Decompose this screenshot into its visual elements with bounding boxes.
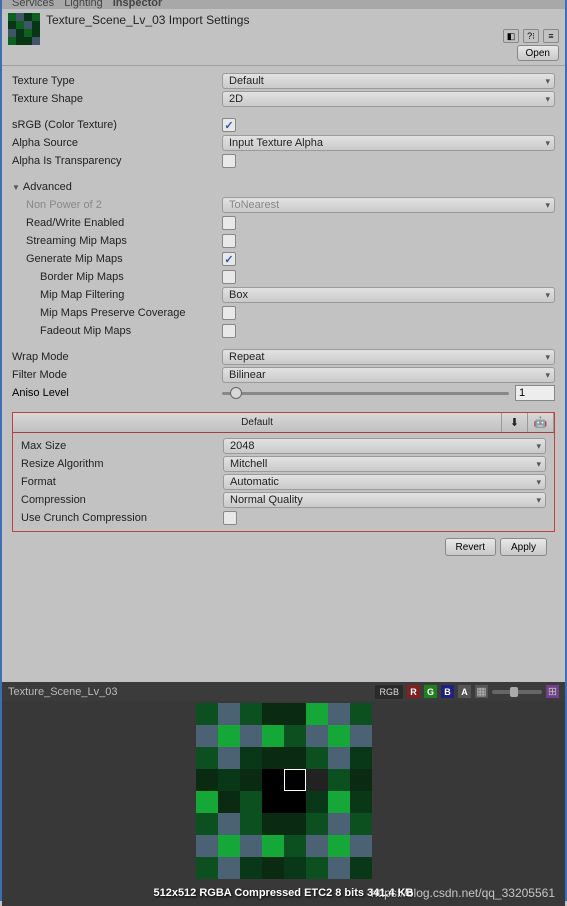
filtermode-dropdown[interactable]: Bilinear <box>222 367 555 383</box>
help-icon[interactable]: ?⁝ <box>523 29 539 43</box>
stream-checkbox[interactable] <box>222 234 236 248</box>
mipfilter-dropdown[interactable]: Box <box>222 287 555 303</box>
apply-button[interactable]: Apply <box>500 538 547 556</box>
asset-title: Texture_Scene_Lv_03 Import Settings <box>46 13 559 27</box>
compression-dropdown[interactable]: Normal Quality <box>223 492 546 508</box>
texture-preview: 512x512 RGBA Compressed ETC2 8 bits 341.… <box>2 701 565 906</box>
platform-settings: Default ⬇ 🤖 Max Size2048 Resize Algorith… <box>12 412 555 532</box>
coverage-checkbox[interactable] <box>222 306 236 320</box>
tab-inspector[interactable]: Inspector <box>113 0 163 9</box>
genmip-label: Generate Mip Maps <box>12 253 222 265</box>
rw-label: Read/Write Enabled <box>12 217 222 229</box>
resize-label: Resize Algorithm <box>21 458 223 470</box>
tab-lighting[interactable]: Lighting <box>64 0 103 9</box>
stream-label: Streaming Mip Maps <box>12 235 222 247</box>
crunch-label: Use Crunch Compression <box>21 512 223 524</box>
rgb-mode-button[interactable]: RGB <box>375 685 403 699</box>
coverage-label: Mip Maps Preserve Coverage <box>12 307 222 319</box>
aniso-slider[interactable] <box>222 386 509 400</box>
srgb-label: sRGB (Color Texture) <box>12 119 222 131</box>
border-label: Border Mip Maps <box>12 271 222 283</box>
window-tabs: Services Lighting Inspector <box>2 0 565 9</box>
open-button[interactable]: Open <box>517 45 559 61</box>
channel-a-button[interactable]: A <box>458 685 471 698</box>
maxsize-dropdown[interactable]: 2048 <box>223 438 546 454</box>
tab-services[interactable]: Services <box>12 0 54 9</box>
wrap-label: Wrap Mode <box>12 351 222 363</box>
platform-tab-standalone-icon[interactable]: ⬇ <box>502 413 528 432</box>
aniso-label: Aniso Level <box>12 387 222 399</box>
asset-thumbnail <box>8 13 40 45</box>
texture-shape-dropdown[interactable]: 2D <box>222 91 555 107</box>
channel-r-button[interactable]: R <box>407 685 420 698</box>
preview-toolbar: Texture_Scene_Lv_03 RGB R G B A ▦ ⊞ <box>2 682 565 701</box>
wrap-dropdown[interactable]: Repeat <box>222 349 555 365</box>
channel-b-button[interactable]: B <box>441 685 454 698</box>
revert-button[interactable]: Revert <box>445 538 496 556</box>
advanced-foldout[interactable]: Advanced <box>12 178 555 196</box>
platform-tab-android-icon[interactable]: 🤖 <box>528 413 554 432</box>
mipfilter-label: Mip Map Filtering <box>12 289 222 301</box>
filtermode-label: Filter Mode <box>12 369 222 381</box>
npot-dropdown[interactable]: ToNearest <box>222 197 555 213</box>
npot-label: Non Power of 2 <box>12 199 222 211</box>
crunch-checkbox[interactable] <box>223 511 237 525</box>
alpha-trans-label: Alpha Is Transparency <box>12 155 222 167</box>
texture-image <box>196 703 372 879</box>
channel-g-button[interactable]: G <box>424 685 437 698</box>
preset-icon[interactable]: ◧ <box>503 29 519 43</box>
format-dropdown[interactable]: Automatic <box>223 474 546 490</box>
checker-icon[interactable]: ▦ <box>475 685 488 698</box>
watermark-text: https://blog.csdn.net/qq_33205561 <box>371 886 555 900</box>
menu-icon[interactable]: ≡ <box>543 29 559 43</box>
aniso-input[interactable] <box>515 385 555 401</box>
maxsize-label: Max Size <box>21 440 223 452</box>
grid-icon[interactable]: ⊞ <box>546 685 559 698</box>
preview-asset-name: Texture_Scene_Lv_03 <box>8 686 371 698</box>
compression-label: Compression <box>21 494 223 506</box>
border-checkbox[interactable] <box>222 270 236 284</box>
texture-shape-label: Texture Shape <box>12 93 222 105</box>
texture-type-label: Texture Type <box>12 75 222 87</box>
platform-tab-default[interactable]: Default <box>13 413 502 432</box>
alpha-trans-checkbox[interactable] <box>222 154 236 168</box>
inspector-header: Texture_Scene_Lv_03 Import Settings ◧ ?⁝… <box>2 9 565 66</box>
resize-dropdown[interactable]: Mitchell <box>223 456 546 472</box>
alpha-source-label: Alpha Source <box>12 137 222 149</box>
fadeout-checkbox[interactable] <box>222 324 236 338</box>
rw-checkbox[interactable] <box>222 216 236 230</box>
srgb-checkbox[interactable] <box>222 118 236 132</box>
fadeout-label: Fadeout Mip Maps <box>12 325 222 337</box>
genmip-checkbox[interactable] <box>222 252 236 266</box>
format-label: Format <box>21 476 223 488</box>
alpha-source-dropdown[interactable]: Input Texture Alpha <box>222 135 555 151</box>
texture-type-dropdown[interactable]: Default <box>222 73 555 89</box>
mip-slider[interactable] <box>492 690 542 694</box>
